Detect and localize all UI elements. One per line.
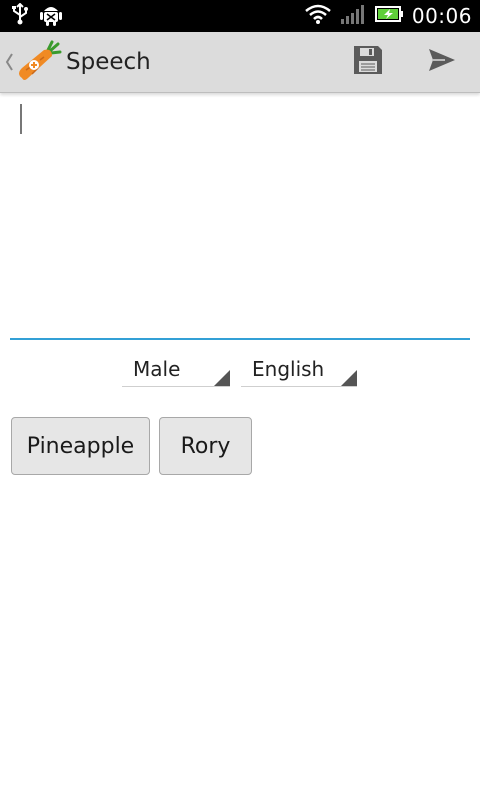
speech-text-input[interactable]	[10, 92, 470, 340]
send-icon	[427, 47, 457, 77]
signal-icon	[340, 3, 366, 29]
android-debug-icon	[40, 2, 62, 30]
language-spinner[interactable]: English	[241, 352, 357, 387]
action-bar: Speech	[0, 32, 480, 93]
carrot-app-icon[interactable]	[14, 40, 62, 84]
battery-charging-icon	[374, 5, 404, 27]
up-caret-icon[interactable]	[4, 50, 14, 74]
wifi-icon	[304, 3, 332, 29]
voice-spinner[interactable]: Male	[122, 352, 230, 387]
text-caret	[20, 104, 22, 134]
dropdown-triangle-icon	[214, 370, 230, 386]
save-icon	[352, 44, 384, 80]
voice-spinner-value: Male	[133, 357, 181, 381]
status-bar: 00:06	[0, 0, 480, 32]
status-time: 00:06	[411, 4, 472, 28]
save-button[interactable]	[348, 42, 388, 82]
page-title: Speech	[66, 49, 151, 75]
language-spinner-value: English	[252, 357, 325, 381]
send-button[interactable]	[422, 42, 462, 82]
phrase-button-rory[interactable]: Rory	[159, 417, 252, 475]
dropdown-triangle-icon	[341, 370, 357, 386]
usb-icon	[10, 2, 30, 29]
phrase-button-pineapple[interactable]: Pineapple	[11, 417, 150, 475]
